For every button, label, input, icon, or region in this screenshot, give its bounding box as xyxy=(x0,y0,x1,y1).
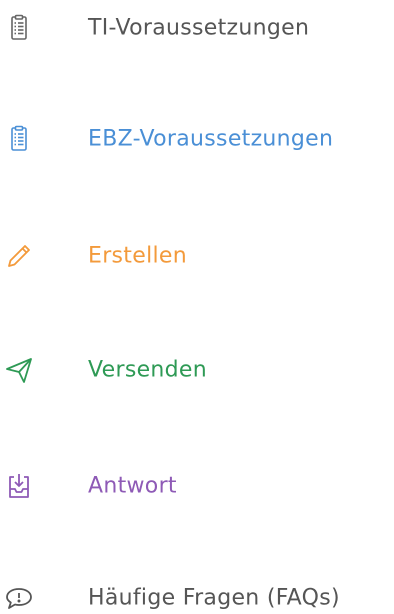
nav-item-label: TI-Voraussetzungen xyxy=(88,15,310,41)
nav-item-ebz-voraussetzungen[interactable]: EBZ-Voraussetzungen xyxy=(0,111,394,167)
pencil-icon xyxy=(4,241,34,271)
nav-item-ti-voraussetzungen[interactable]: TI-Voraussetzungen xyxy=(0,0,394,56)
nav-item-label: Antwort xyxy=(88,473,177,499)
nav-item-label: Häufige Fragen (FAQs) xyxy=(88,585,340,611)
paper-plane-icon xyxy=(4,355,34,385)
clipboard-icon xyxy=(4,124,34,154)
inbox-tray-icon xyxy=(4,471,34,501)
nav-item-label: Versenden xyxy=(88,357,208,383)
nav-item-antwort[interactable]: Antwort xyxy=(0,458,394,514)
clipboard-icon xyxy=(4,13,34,43)
nav-item-label: Erstellen xyxy=(88,243,187,269)
nav-item-versenden[interactable]: Versenden xyxy=(0,342,394,398)
nav-item-label: EBZ-Voraussetzungen xyxy=(88,126,334,152)
sidebar-nav: TI-Voraussetzungen EBZ-Voraussetzungen E… xyxy=(0,0,394,614)
chat-exclamation-icon xyxy=(4,583,34,613)
nav-item-faqs[interactable]: Häufige Fragen (FAQs) xyxy=(0,570,394,614)
nav-item-erstellen[interactable]: Erstellen xyxy=(0,228,394,284)
